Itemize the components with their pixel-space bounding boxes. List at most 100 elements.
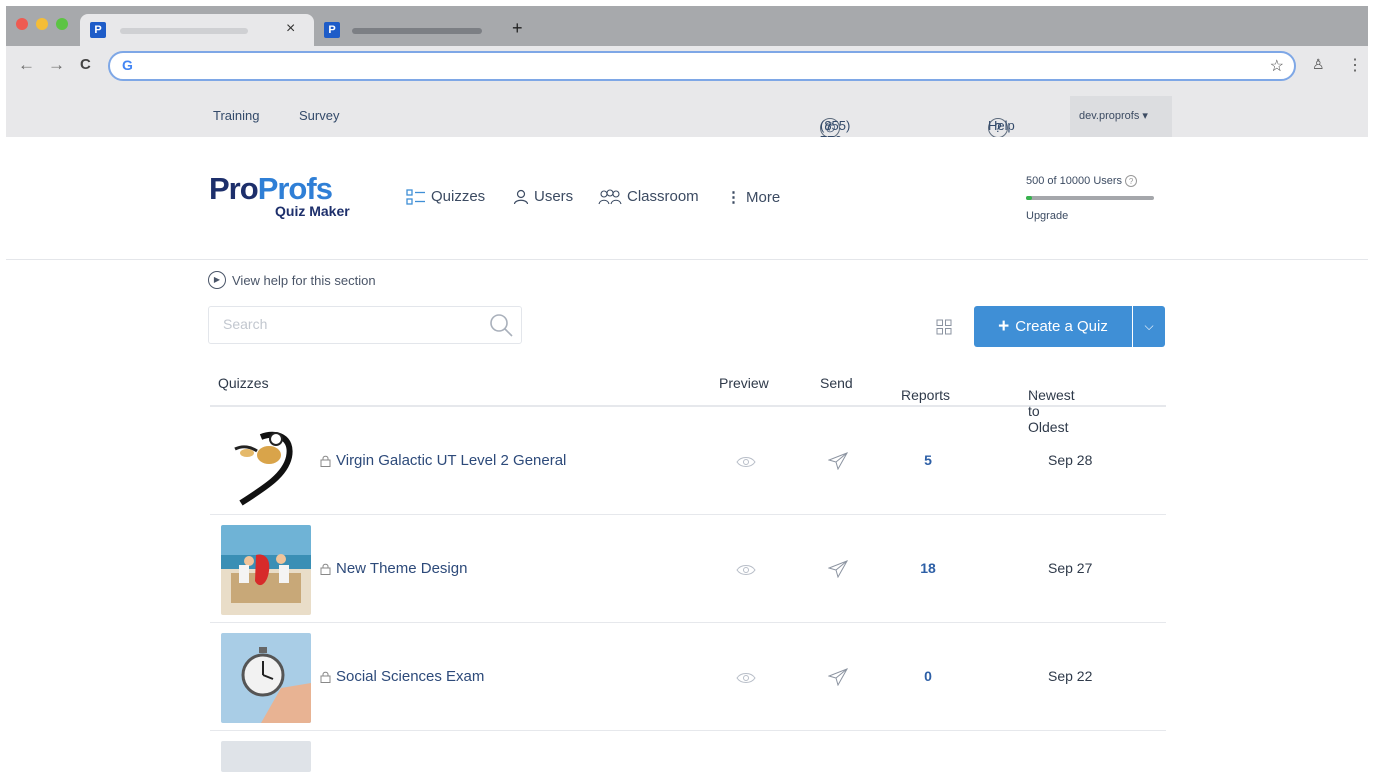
send-paper-plane-icon[interactable] bbox=[828, 560, 848, 578]
proprofs-logo[interactable]: ProProfs Quiz Maker bbox=[209, 171, 350, 219]
lock-icon bbox=[320, 563, 331, 575]
search-icon[interactable] bbox=[489, 313, 513, 337]
users-of: of bbox=[1047, 175, 1057, 187]
quiz-thumbnail bbox=[221, 633, 311, 723]
users-total: 10000 Users bbox=[1059, 175, 1123, 187]
user-icon bbox=[513, 189, 529, 204]
quiz-date: Sep 22 bbox=[1048, 668, 1093, 684]
quiz-thumbnail bbox=[221, 417, 311, 507]
user-quota-progress bbox=[1026, 196, 1154, 200]
send-paper-plane-icon[interactable] bbox=[828, 668, 848, 686]
proprofs-favicon-icon: P bbox=[90, 22, 106, 38]
create-quiz-dropdown[interactable]: ⌵ bbox=[1133, 306, 1165, 347]
nav-classroom[interactable]: Classroom bbox=[598, 188, 699, 205]
table-row[interactable]: Virgin Galactic UT Level 2 General 5 Sep… bbox=[210, 408, 1166, 515]
close-tab-icon[interactable]: × bbox=[286, 20, 295, 38]
table-row[interactable]: New Theme Design 18 Sep 27 bbox=[210, 516, 1166, 623]
maximize-window-button[interactable] bbox=[56, 18, 68, 30]
forward-icon[interactable]: → bbox=[48, 55, 65, 75]
info-icon[interactable]: ? bbox=[1125, 175, 1138, 187]
quiz-title-link[interactable]: New Theme Design bbox=[320, 560, 467, 577]
nav-more-label: More bbox=[746, 188, 781, 206]
table-row[interactable]: Social Sciences Exam 0 Sep 22 bbox=[210, 624, 1166, 731]
report-count[interactable]: 0 bbox=[908, 668, 948, 684]
nav-users-label: Users bbox=[534, 188, 574, 205]
quizzes-icon bbox=[406, 188, 425, 205]
users-used: 500 bbox=[1026, 175, 1045, 187]
nav-survey-link[interactable]: Survey bbox=[299, 108, 339, 123]
col-quizzes: Quizzes bbox=[218, 375, 269, 391]
account-label: dev.proprofs ▾ bbox=[1079, 110, 1148, 122]
chevron-down-icon: ⌵ bbox=[1032, 387, 1040, 398]
logo-profs-text: Profs bbox=[257, 171, 333, 206]
quiz-title: Social Sciences Exam bbox=[336, 668, 485, 685]
user-quota: 500 of 10000 Users ? bbox=[1026, 175, 1138, 187]
extension-icon[interactable]: ♙ bbox=[1312, 56, 1325, 73]
stopwatch-photo bbox=[221, 633, 311, 723]
reload-icon[interactable]: C bbox=[80, 56, 91, 73]
report-count[interactable]: 18 bbox=[908, 560, 948, 576]
quiz-search bbox=[208, 306, 522, 344]
report-count[interactable]: 5 bbox=[908, 452, 948, 468]
lock-icon bbox=[320, 455, 331, 467]
quiz-title: New Theme Design bbox=[336, 560, 468, 577]
more-icon: ⋮ bbox=[726, 189, 741, 206]
view-help-label: View help for this section bbox=[232, 272, 376, 288]
nav-training-link[interactable]: Training bbox=[213, 108, 259, 123]
create-quiz-label: Create a Quiz bbox=[1015, 318, 1108, 335]
minimize-window-button[interactable] bbox=[36, 18, 48, 30]
nav-classroom-label: Classroom bbox=[627, 188, 699, 205]
quiz-date: Sep 27 bbox=[1048, 560, 1093, 576]
utility-bar: Training Survey ✆(855) 776-7763 ?Help de… bbox=[6, 96, 1368, 163]
quiz-title: Virgin Galactic UT Level 2 General bbox=[336, 452, 567, 469]
view-help-link[interactable]: ▶ View help for this section bbox=[208, 271, 376, 289]
grid-view-icon[interactable] bbox=[936, 319, 952, 335]
user-quota-progress-fill bbox=[1026, 196, 1033, 200]
help-label: Help bbox=[988, 118, 1015, 133]
search-input[interactable] bbox=[223, 316, 483, 332]
lock-icon bbox=[320, 671, 331, 683]
plus-icon: + bbox=[998, 315, 1010, 337]
preview-eye-icon[interactable] bbox=[736, 672, 756, 684]
tab-active[interactable]: P × bbox=[80, 14, 314, 46]
proprofs-favicon-icon: P bbox=[324, 22, 340, 38]
send-paper-plane-icon[interactable] bbox=[828, 452, 848, 470]
chevron-down-icon: ⌵ bbox=[1144, 319, 1154, 333]
upgrade-link[interactable]: Upgrade bbox=[1026, 210, 1068, 222]
tab-title-placeholder bbox=[352, 28, 482, 34]
chevron-down-icon: ⌵ bbox=[905, 387, 913, 398]
nav-more[interactable]: ⋮ More bbox=[726, 188, 781, 207]
browser-toolbar: ← → C G ☆ ♙ ⋮ bbox=[6, 46, 1368, 96]
nav-quizzes-label: Quizzes bbox=[431, 188, 486, 205]
nav-users[interactable]: Users bbox=[513, 188, 573, 205]
beach-photo bbox=[221, 525, 311, 615]
address-bar[interactable]: G ☆ bbox=[108, 51, 1296, 81]
quiz-title-link[interactable]: Virgin Galactic UT Level 2 General bbox=[320, 452, 566, 469]
tab-inactive[interactable]: P bbox=[318, 14, 508, 46]
preview-eye-icon[interactable] bbox=[736, 564, 756, 576]
logo-subtitle: Quiz Maker bbox=[275, 203, 350, 219]
quiz-thumbnail-partial bbox=[221, 741, 311, 772]
create-quiz-button[interactable]: + Create a Quiz bbox=[974, 306, 1132, 347]
browser-menu-icon[interactable]: ⋮ bbox=[1347, 55, 1363, 75]
play-icon: ▶ bbox=[208, 271, 226, 289]
back-icon[interactable]: ← bbox=[18, 55, 35, 75]
preview-eye-icon[interactable] bbox=[736, 456, 756, 468]
quiz-date: Sep 28 bbox=[1048, 452, 1093, 468]
tab-title-placeholder bbox=[120, 28, 248, 34]
quiz-title-link[interactable]: Social Sciences Exam bbox=[320, 668, 484, 685]
classroom-icon bbox=[598, 188, 622, 204]
col-send: Send bbox=[820, 375, 853, 391]
col-preview: Preview bbox=[719, 375, 769, 391]
quiz-table-header: Quizzes Preview Send Reports ⌵ Newest to … bbox=[210, 363, 1166, 435]
astronaut-icon bbox=[234, 431, 293, 506]
browser-tab-bar: P × P + bbox=[6, 6, 1368, 46]
account-dropdown[interactable]: dev.proprofs ▾ bbox=[1070, 96, 1172, 137]
app-header: ProProfs Quiz Maker Quizzes Users Classr… bbox=[6, 137, 1368, 260]
bookmark-star-icon[interactable]: ☆ bbox=[1270, 56, 1284, 76]
new-tab-button[interactable]: + bbox=[512, 18, 523, 39]
quiz-thumbnail bbox=[221, 525, 311, 615]
google-icon: G bbox=[122, 57, 133, 73]
close-window-button[interactable] bbox=[16, 18, 28, 30]
nav-quizzes[interactable]: Quizzes bbox=[406, 188, 485, 205]
